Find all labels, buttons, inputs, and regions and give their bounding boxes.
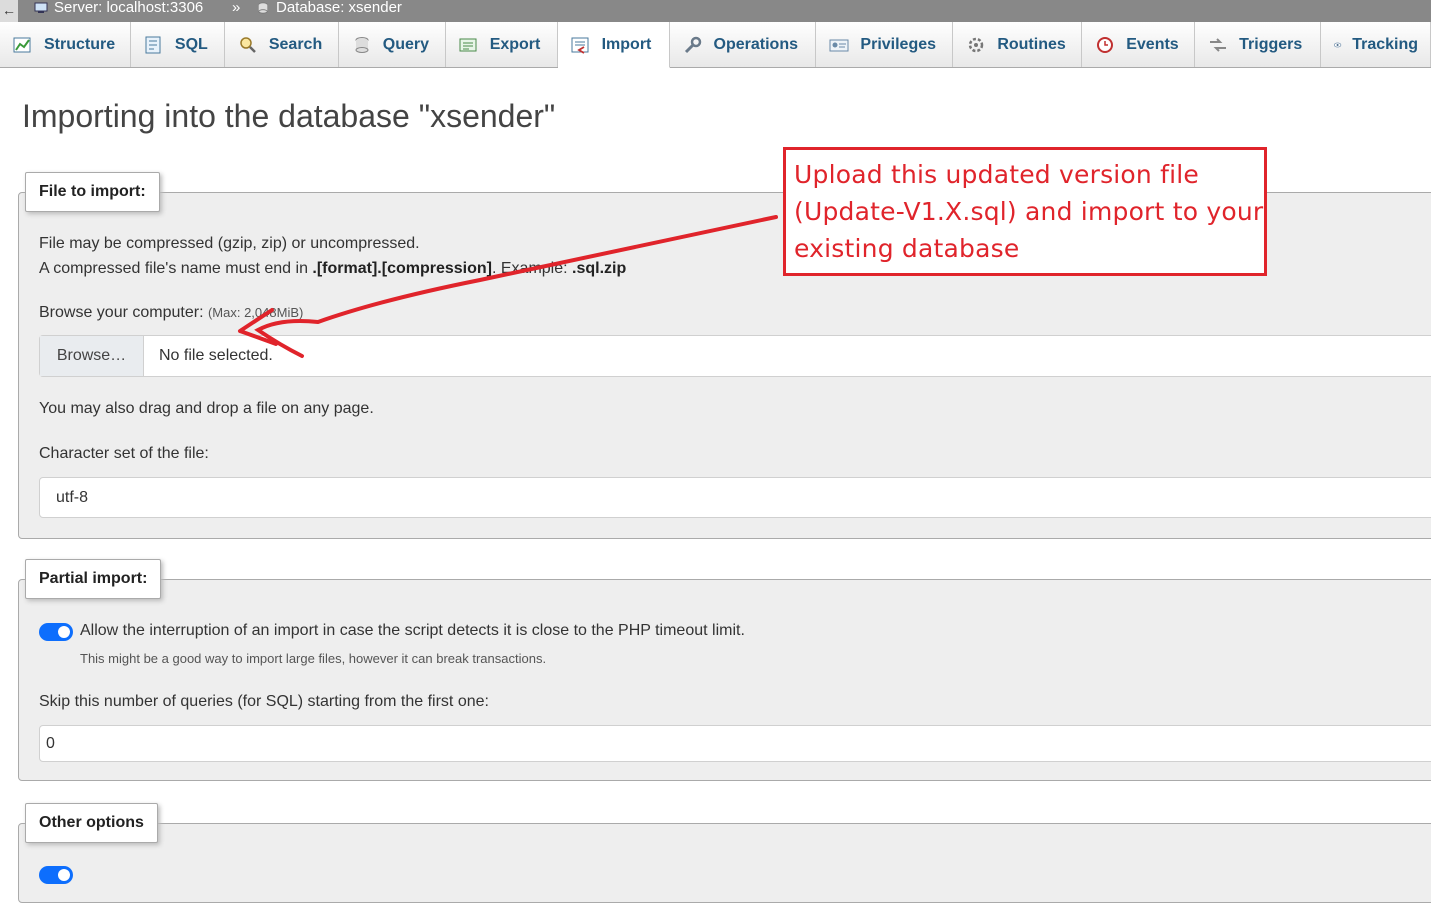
clock-icon <box>1097 36 1114 53</box>
breadcrumb-bar: ← Server: localhost:3306 » Database: xse… <box>0 0 1431 22</box>
wrench-icon <box>684 36 701 53</box>
breadcrumb-database[interactable]: Database: xsender <box>256 0 402 16</box>
tab-bar: Structure SQL Search Query Export Import… <box>0 22 1431 68</box>
privileges-icon <box>829 39 849 51</box>
tab-privileges[interactable]: Privileges <box>816 22 954 67</box>
browse-button[interactable]: Browse… <box>40 336 144 376</box>
partial-import-legend: Partial import: <box>25 559 162 599</box>
tab-export[interactable]: Export <box>446 22 558 67</box>
tab-search[interactable]: Search <box>225 22 339 67</box>
tab-triggers-label: Triggers <box>1239 35 1303 53</box>
tab-routines[interactable]: Routines <box>953 22 1083 67</box>
compression-info: File may be compressed (gzip, zip) or un… <box>39 235 420 252</box>
tab-routines-label: Routines <box>997 35 1066 53</box>
tab-triggers[interactable]: Triggers <box>1195 22 1322 67</box>
tab-tracking[interactable]: Tracking <box>1321 22 1431 67</box>
allow-interrupt-label: Allow the interruption of an import in c… <box>80 622 745 639</box>
triggers-icon <box>1210 37 1227 52</box>
allow-interrupt-hint: This might be a good way to import large… <box>80 651 547 666</box>
tab-import[interactable]: Import <box>557 22 670 68</box>
tab-search-label: Search <box>268 35 323 53</box>
tab-operations-label: Operations <box>713 35 798 53</box>
sql-icon <box>145 36 161 53</box>
skip-queries-input[interactable]: 0 <box>39 725 1431 762</box>
tab-structure-label: Structure <box>44 35 116 53</box>
tab-events[interactable]: Events <box>1082 22 1196 67</box>
browse-label: Browse your computer: (Max: 2,048MiB) <box>39 304 304 321</box>
other-options-panel <box>18 823 1431 903</box>
annotation-line-2: (Update-V1.X.sql) and import to your <box>794 197 1264 226</box>
annotation-box: Upload this updated version file (Update… <box>783 147 1267 276</box>
file-input[interactable]: Browse… No file selected. <box>39 335 1431 377</box>
tab-operations[interactable]: Operations <box>670 22 817 67</box>
export-icon <box>459 38 477 51</box>
query-icon <box>355 36 369 53</box>
tab-tracking-label: Tracking <box>1352 35 1419 53</box>
annotation-line-1: Upload this updated version file <box>794 160 1199 189</box>
tab-sql-label: SQL <box>174 35 208 53</box>
tab-events-label: Events <box>1126 35 1179 53</box>
tab-structure[interactable]: Structure <box>0 22 131 67</box>
structure-icon <box>13 37 31 52</box>
breadcrumb-server-label: Server: localhost:3306 <box>54 0 204 16</box>
search-icon <box>240 36 256 53</box>
drag-drop-hint: You may also drag and drop a file on any… <box>39 400 374 417</box>
back-arrow-icon[interactable]: ← <box>0 0 18 22</box>
server-icon <box>34 2 48 13</box>
routines-icon <box>969 37 984 52</box>
other-options-legend: Other options <box>25 803 158 843</box>
tab-export-label: Export <box>489 35 541 53</box>
database-icon <box>258 2 268 14</box>
tab-query[interactable]: Query <box>339 22 446 67</box>
breadcrumb-separator: » <box>232 0 241 16</box>
tab-query-label: Query <box>382 35 430 53</box>
no-file-text: No file selected. <box>159 347 273 364</box>
eye-icon <box>1333 42 1342 47</box>
charset-select[interactable]: utf-8 <box>39 477 1431 518</box>
other-options-toggle[interactable] <box>39 866 73 884</box>
allow-interrupt-toggle[interactable] <box>39 623 73 641</box>
max-size: (Max: 2,048MiB) <box>207 305 304 320</box>
tab-import-label: Import <box>601 35 652 53</box>
tab-sql[interactable]: SQL <box>131 22 225 67</box>
skip-queries-label: Skip this number of queries (for SQL) st… <box>39 693 489 710</box>
import-icon <box>571 37 589 54</box>
file-import-legend: File to import: <box>25 172 160 212</box>
compression-example: A compressed file's name must end in .[f… <box>39 260 627 277</box>
breadcrumb-server[interactable]: Server: localhost:3306 <box>34 0 203 16</box>
breadcrumb-database-label: Database: xsender <box>276 0 402 16</box>
page-title: Importing into the database "xsender" <box>22 98 556 134</box>
tab-privileges-label: Privileges <box>860 35 937 53</box>
annotation-line-3: existing database <box>794 234 1020 263</box>
charset-label: Character set of the file: <box>39 445 209 462</box>
